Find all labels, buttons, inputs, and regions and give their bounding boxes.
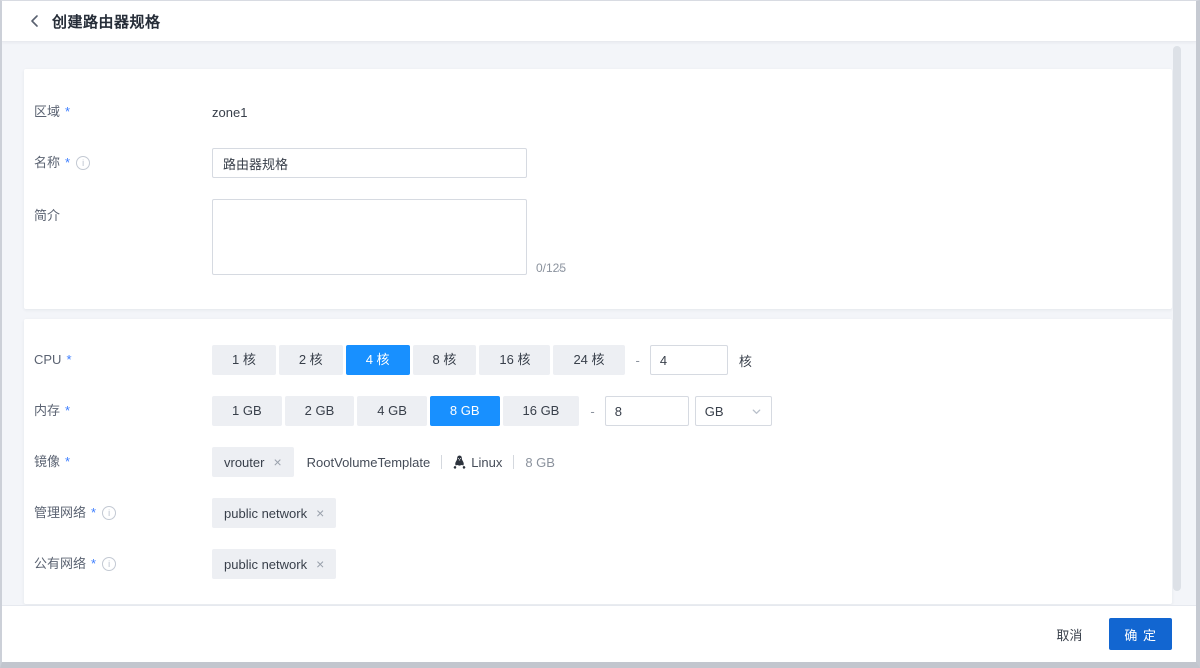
separator bbox=[513, 455, 514, 469]
memory-option-4gb[interactable]: 4 GB bbox=[357, 396, 427, 426]
memory-option-2gb[interactable]: 2 GB bbox=[285, 396, 355, 426]
cpu-unit-label: 核 bbox=[739, 351, 752, 370]
vertical-scrollbar-thumb[interactable] bbox=[1173, 46, 1181, 591]
memory-custom-input[interactable] bbox=[605, 396, 689, 426]
linux-penguin-icon bbox=[453, 455, 466, 469]
required-asterisk: * bbox=[65, 396, 70, 426]
info-icon: i bbox=[76, 156, 90, 170]
form-row-name: 名称*i bbox=[34, 148, 1162, 178]
public-network-label: 公有网络*i bbox=[34, 549, 212, 579]
required-asterisk: * bbox=[91, 498, 96, 528]
cpu-option-24core[interactable]: 24 核 bbox=[553, 345, 624, 375]
page-title: 创建路由器规格 bbox=[52, 11, 161, 32]
form-row-mgmt-network: 管理网络*i public network × bbox=[34, 498, 1162, 528]
range-dash: - bbox=[590, 404, 594, 419]
mgmt-network-label: 管理网络*i bbox=[34, 498, 212, 528]
memory-option-8gb-selected[interactable]: 8 GB bbox=[430, 396, 500, 426]
form-row-description: 简介 0/125 bbox=[34, 199, 1162, 275]
description-label: 简介 bbox=[34, 199, 212, 225]
cpu-option-4core-selected[interactable]: 4 核 bbox=[346, 345, 410, 375]
form-row-image: 镜像* vrouter × RootVolumeTemplate Linux bbox=[34, 447, 1162, 477]
page-footer: 取消 确 定 bbox=[2, 605, 1196, 662]
name-input[interactable] bbox=[212, 148, 527, 178]
image-size: 8 GB bbox=[525, 455, 555, 470]
info-icon: i bbox=[102, 506, 116, 520]
image-label: 镜像* bbox=[34, 447, 212, 477]
back-button[interactable] bbox=[28, 14, 42, 28]
cpu-custom-input[interactable] bbox=[650, 345, 728, 375]
separator bbox=[441, 455, 442, 469]
range-dash: - bbox=[636, 353, 640, 368]
create-router-offering-window: 创建路由器规格 区域* zone1 名称*i bbox=[0, 0, 1200, 668]
name-label: 名称*i bbox=[34, 148, 212, 178]
page-header: 创建路由器规格 bbox=[2, 1, 1196, 42]
form-row-public-network: 公有网络*i public network × bbox=[34, 549, 1162, 579]
required-asterisk: * bbox=[65, 148, 70, 178]
memory-option-1gb[interactable]: 1 GB bbox=[212, 396, 282, 426]
form-row-cpu: CPU* 1 核 2 核 4 核 8 核 16 核 24 核 - 核 bbox=[34, 345, 1162, 375]
spec-card: CPU* 1 核 2 核 4 核 8 核 16 核 24 核 - 核 内存* bbox=[24, 319, 1172, 604]
image-platform: Linux bbox=[453, 455, 502, 470]
public-network-tag: public network × bbox=[212, 549, 336, 579]
chevron-left-icon bbox=[28, 14, 42, 28]
cancel-button[interactable]: 取消 bbox=[1046, 617, 1092, 652]
chevron-down-icon bbox=[751, 406, 762, 417]
cpu-option-16core[interactable]: 16 核 bbox=[479, 345, 550, 375]
required-asterisk: * bbox=[91, 549, 96, 579]
cpu-option-2core[interactable]: 2 核 bbox=[279, 345, 343, 375]
cpu-option-1core[interactable]: 1 核 bbox=[212, 345, 276, 375]
zone-value: zone1 bbox=[212, 105, 247, 120]
memory-label: 内存* bbox=[34, 396, 212, 426]
form-row-memory: 内存* 1 GB 2 GB 4 GB 8 GB 16 GB - GB bbox=[34, 396, 1162, 426]
mgmt-network-tag: public network × bbox=[212, 498, 336, 528]
memory-option-16gb[interactable]: 16 GB bbox=[503, 396, 580, 426]
required-asterisk: * bbox=[66, 345, 71, 375]
memory-unit-select[interactable]: GB bbox=[695, 396, 772, 426]
image-tag: vrouter × bbox=[212, 447, 294, 477]
zone-label: 区域* bbox=[34, 97, 212, 127]
form-row-zone: 区域* zone1 bbox=[34, 97, 1162, 127]
info-icon: i bbox=[102, 557, 116, 571]
cpu-option-8core[interactable]: 8 核 bbox=[413, 345, 477, 375]
cpu-label: CPU* bbox=[34, 345, 212, 375]
required-asterisk: * bbox=[65, 447, 70, 477]
required-asterisk: * bbox=[65, 97, 70, 127]
image-details: RootVolumeTemplate Linux 8 GB bbox=[307, 455, 555, 470]
image-template-name: RootVolumeTemplate bbox=[307, 455, 431, 470]
confirm-button[interactable]: 确 定 bbox=[1109, 618, 1172, 650]
remove-image-icon[interactable]: × bbox=[273, 455, 281, 469]
remove-mgmt-network-icon[interactable]: × bbox=[316, 506, 324, 520]
basic-info-card: 区域* zone1 名称*i 简介 bbox=[24, 69, 1172, 309]
description-textarea[interactable] bbox=[212, 199, 527, 275]
remove-public-network-icon[interactable]: × bbox=[316, 557, 324, 571]
form-scroll-area: 区域* zone1 名称*i 简介 bbox=[2, 42, 1196, 605]
